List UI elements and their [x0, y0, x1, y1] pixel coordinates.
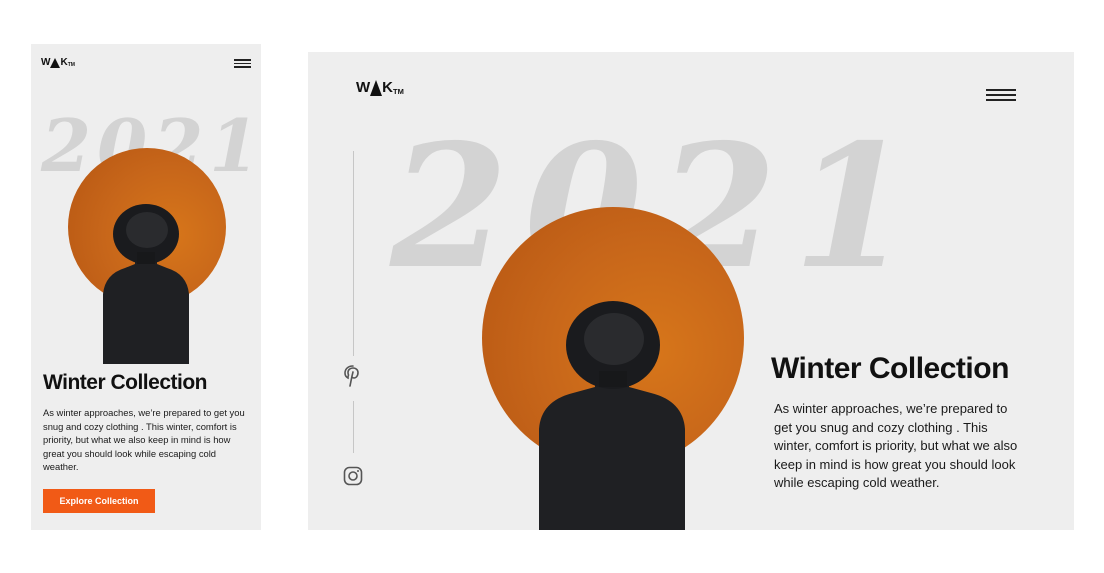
page-title: Winter Collection: [771, 352, 1009, 385]
logo-letter-w: W: [41, 57, 51, 68]
hero-description: As winter approaches, we’re prepared to …: [43, 407, 245, 472]
brand-logo[interactable]: W K TM: [356, 79, 404, 96]
logo-triangle-icon: [50, 58, 61, 68]
logo-letter-w: W: [356, 79, 371, 96]
hamburger-menu-icon[interactable]: [986, 89, 1016, 101]
explore-collection-button[interactable]: Explore Collection: [43, 489, 155, 513]
social-divider-bottom: [353, 401, 354, 453]
person-in-hat-illustration: [539, 301, 685, 530]
desktop-preview: W K TM 2021 Winter Collection As winter …: [308, 52, 1074, 530]
mobile-preview: W K TM 2021 Winter Collection As winter …: [31, 44, 261, 530]
hero-description: As winter approaches, we’re prepared to …: [774, 401, 1018, 490]
logo-letter-k: K: [60, 57, 68, 68]
hamburger-menu-icon[interactable]: [234, 59, 251, 68]
logo-letter-k: K: [382, 79, 394, 96]
pinterest-icon[interactable]: [342, 364, 364, 388]
logo-triangle-icon: [370, 80, 383, 96]
instagram-icon[interactable]: [343, 466, 363, 486]
page-title: Winter Collection: [43, 371, 207, 394]
person-in-hat-illustration: [103, 204, 189, 364]
logo-trademark: TM: [67, 62, 75, 68]
social-divider-top: [353, 151, 354, 356]
brand-logo[interactable]: W K TM: [41, 57, 75, 68]
logo-trademark: TM: [393, 87, 404, 96]
